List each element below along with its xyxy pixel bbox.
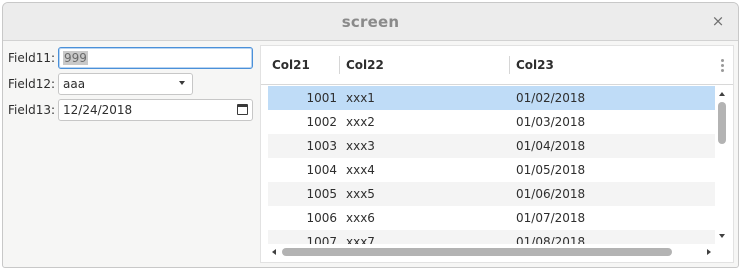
cell-col21: 1004 bbox=[306, 163, 337, 177]
cell-col22: xxx7 bbox=[346, 235, 375, 244]
table-header: Col21 Col22 Col23 bbox=[261, 46, 733, 85]
vertical-scrollbar[interactable] bbox=[715, 86, 731, 244]
cell-col21: 1007 bbox=[306, 235, 337, 244]
scroll-up-arrow-icon[interactable] bbox=[719, 92, 725, 96]
column-divider[interactable] bbox=[509, 56, 510, 74]
cell-col21: 1005 bbox=[306, 187, 337, 201]
table-row[interactable]: 1003 xxx3 01/04/2018 bbox=[268, 134, 715, 158]
cell-col22: xxx2 bbox=[346, 115, 375, 129]
cell-col22: xxx1 bbox=[346, 91, 375, 105]
scroll-down-arrow-icon[interactable] bbox=[719, 234, 725, 238]
cell-col23: 01/08/2018 bbox=[516, 235, 586, 244]
table-row[interactable]: 1002 xxx2 01/03/2018 bbox=[268, 110, 715, 134]
column-header-col22[interactable]: Col22 bbox=[341, 46, 384, 85]
cell-col23: 01/04/2018 bbox=[516, 139, 586, 153]
cell-col21: 1003 bbox=[306, 139, 337, 153]
horizontal-scroll-thumb[interactable] bbox=[282, 248, 672, 256]
dialog-window: screen × Field11: 999 Field12: aaa Field… bbox=[2, 2, 739, 268]
cell-col21: 1002 bbox=[306, 115, 337, 129]
column-header-col21[interactable]: Col21 bbox=[267, 46, 310, 85]
field12-combobox[interactable]: aaa bbox=[58, 73, 193, 95]
data-table: Col21 Col22 Col23 1001 xxx1 01/02/2018 1… bbox=[260, 45, 734, 263]
field11-value: 999 bbox=[63, 51, 88, 65]
scroll-right-arrow-icon[interactable] bbox=[707, 249, 711, 255]
table-row[interactable]: 1006 xxx6 01/07/2018 bbox=[268, 206, 715, 230]
table-row[interactable]: 1004 xxx4 01/05/2018 bbox=[268, 158, 715, 182]
cell-col23: 01/03/2018 bbox=[516, 115, 586, 129]
field11-label: Field11: bbox=[8, 51, 56, 65]
field13-date-picker[interactable]: 12/24/2018 bbox=[58, 99, 253, 121]
cell-col23: 01/05/2018 bbox=[516, 163, 586, 177]
column-header-col23[interactable]: Col23 bbox=[511, 46, 554, 85]
field12-label: Field12: bbox=[8, 77, 56, 91]
table-row[interactable]: 1005 xxx5 01/06/2018 bbox=[268, 182, 715, 206]
table-row[interactable]: 1007 xxx7 01/08/2018 bbox=[268, 230, 715, 244]
cell-col22: xxx5 bbox=[346, 187, 375, 201]
cell-col21: 1001 bbox=[306, 91, 337, 105]
field11-input[interactable]: 999 bbox=[58, 47, 253, 69]
close-icon[interactable]: × bbox=[710, 13, 726, 29]
cell-col22: xxx6 bbox=[346, 211, 375, 225]
calendar-icon[interactable] bbox=[237, 104, 248, 115]
field12-value: aaa bbox=[63, 77, 86, 91]
chevron-down-icon[interactable] bbox=[179, 81, 185, 85]
table-body: 1001 xxx1 01/02/2018 1002 xxx2 01/03/201… bbox=[268, 86, 715, 244]
title-bar: screen × bbox=[3, 3, 738, 41]
field13-label: Field13: bbox=[8, 103, 56, 117]
cell-col22: xxx4 bbox=[346, 163, 375, 177]
field13-value: 12/24/2018 bbox=[63, 103, 133, 117]
scroll-left-arrow-icon[interactable] bbox=[272, 249, 276, 255]
cell-col23: 01/06/2018 bbox=[516, 187, 586, 201]
cell-col23: 01/02/2018 bbox=[516, 91, 586, 105]
vertical-scroll-thumb[interactable] bbox=[718, 102, 726, 144]
cell-col21: 1006 bbox=[306, 211, 337, 225]
column-divider[interactable] bbox=[339, 56, 340, 74]
cell-col22: xxx3 bbox=[346, 139, 375, 153]
horizontal-scrollbar[interactable] bbox=[268, 244, 715, 260]
field12-row: Field12: aaa bbox=[8, 73, 253, 95]
field13-row: Field13: 12/24/2018 bbox=[8, 99, 253, 121]
field11-row: Field11: 999 bbox=[8, 47, 253, 69]
kebab-menu-icon[interactable] bbox=[721, 59, 725, 73]
table-row[interactable]: 1001 xxx1 01/02/2018 bbox=[268, 86, 715, 110]
cell-col23: 01/07/2018 bbox=[516, 211, 586, 225]
window-title: screen bbox=[341, 12, 400, 31]
